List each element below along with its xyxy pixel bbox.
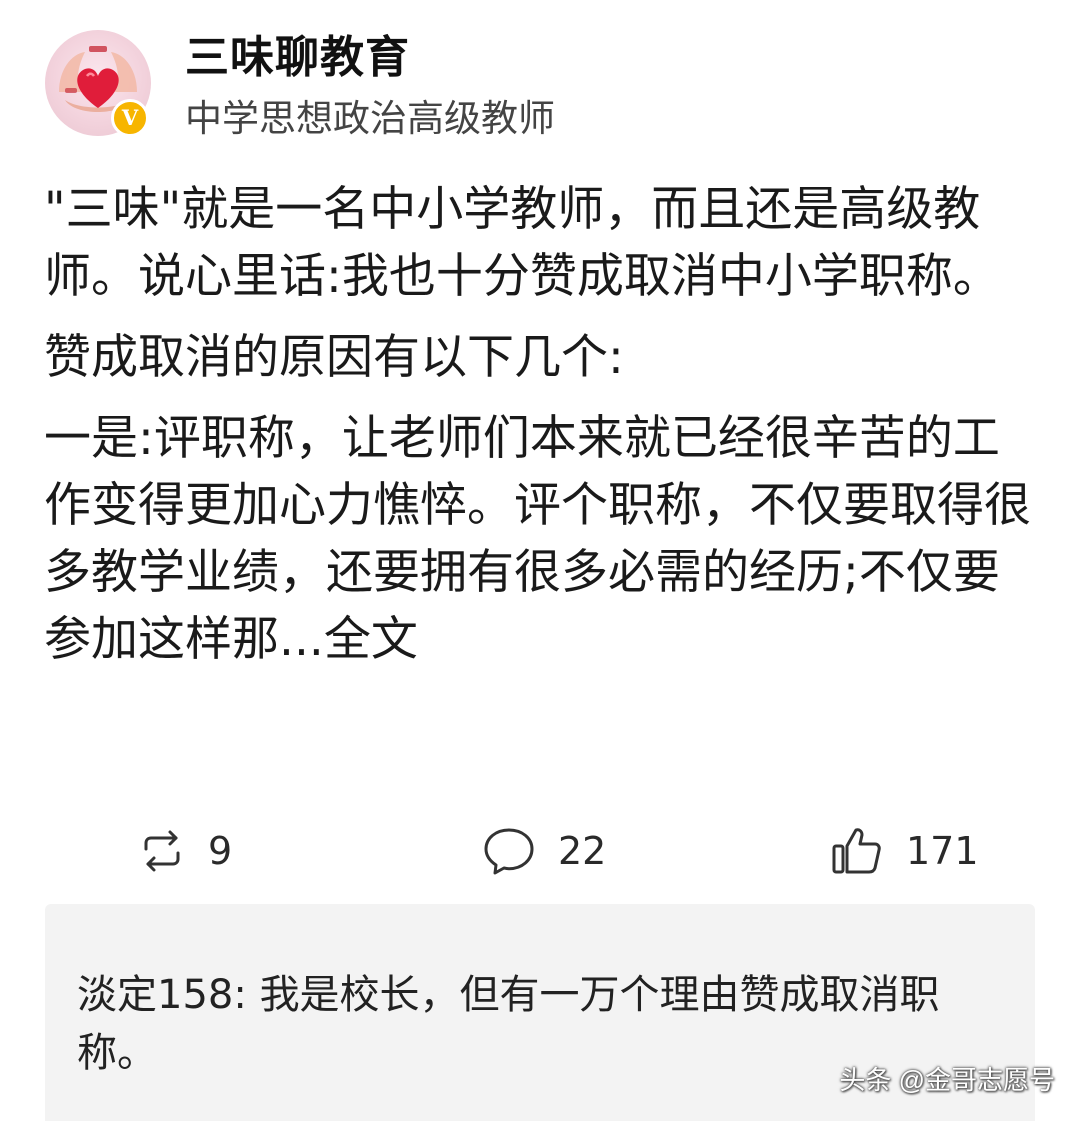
thumbs-up-icon [832, 828, 881, 874]
post-paragraph-text: 一是:评职称，让老师们本来就已经很辛苦的工作变得更加心力憔悴。评个职称，不仅要取… [44, 411, 1031, 667]
repost-count: 9 [208, 829, 233, 873]
post-paragraph: "三味"就是一名中小学教师，而且还是高级教师。说心里话:我也十分赞成取消中小学职… [44, 182, 1000, 304]
author-title: 中学思想政治高级教师 [185, 97, 555, 140]
full-text-link[interactable]: 全文 [324, 612, 418, 667]
repost-icon [144, 830, 180, 872]
like-count: 171 [906, 829, 979, 873]
comment-bubble-icon [484, 828, 534, 875]
post-body[interactable]: "三味"就是一名中小学教师，而且还是高级教师。说心里话:我也十分赞成取消中小学职… [44, 176, 1039, 673]
watermark: 头条 @金哥志愿号 [839, 1065, 1055, 1095]
comment-separator: : [233, 972, 260, 1018]
verified-badge-icon: V [111, 99, 149, 137]
post-paragraph: 赞成取消的原因有以下几个: [44, 330, 624, 385]
repost-button[interactable]: 9 [138, 818, 232, 884]
like-button[interactable]: 171 [830, 818, 979, 884]
author-name[interactable]: 三味聊教育 [185, 28, 410, 88]
comment-username[interactable]: 淡定158 [77, 972, 233, 1018]
comment-count: 22 [558, 829, 607, 873]
comment-button[interactable]: 22 [482, 818, 606, 884]
post-paragraph: 一是:评职称，让老师们本来就已经很辛苦的工作变得更加心力憔悴。评个职称，不仅要取… [44, 405, 1039, 673]
